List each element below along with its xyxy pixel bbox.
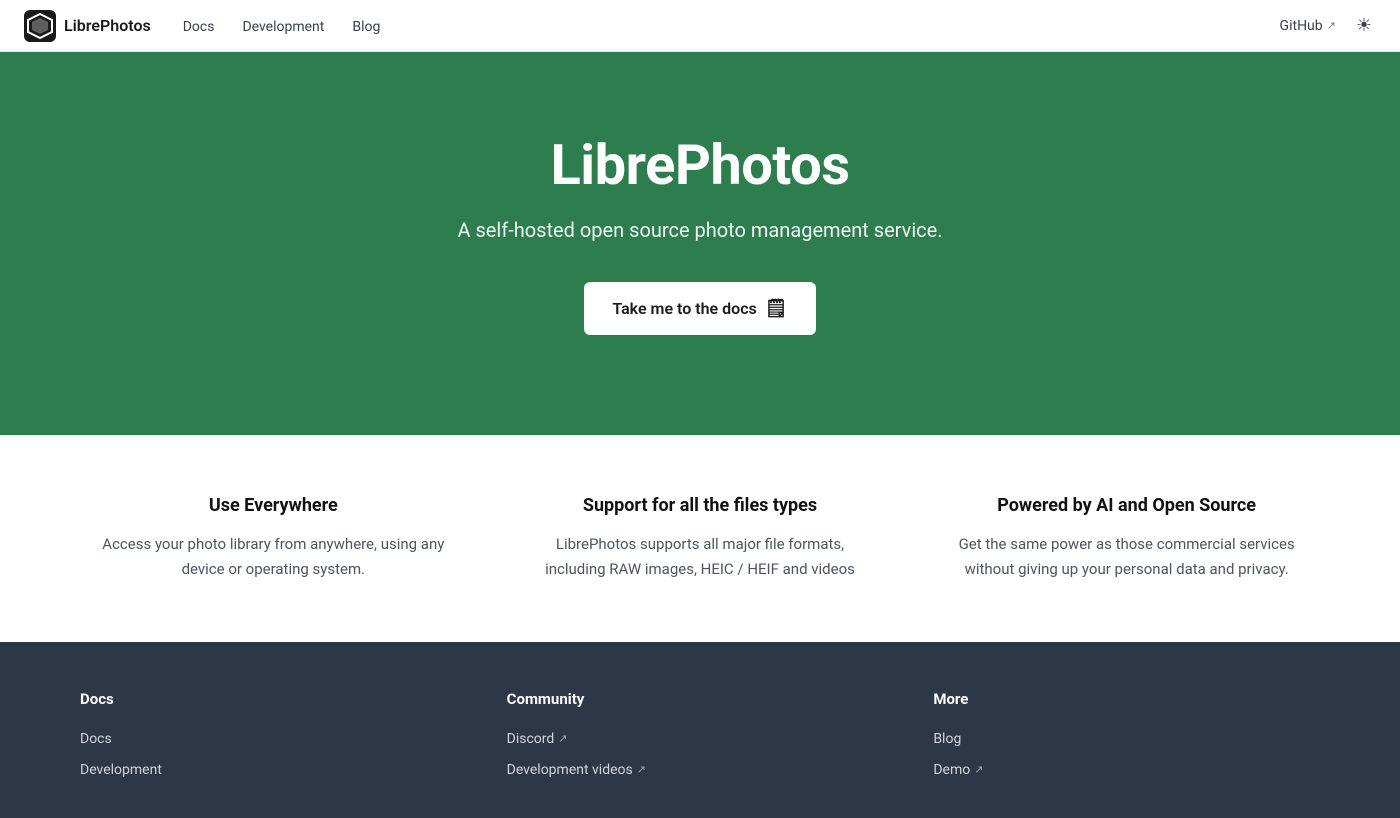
footer-col-community: Community Discord ↗ Development videos ↗ [507,690,894,778]
feature-desc-1: LibrePhotos supports all major file form… [527,532,874,582]
footer: Docs Docs Development Community Discord … [0,642,1400,818]
brand-name: LibrePhotos [64,16,151,35]
footer-more-links: Blog Demo ↗ [933,728,1320,778]
nav-docs[interactable]: Docs [183,19,215,35]
footer-link-discord[interactable]: Discord ↗ [507,731,568,747]
theme-toggle-button[interactable]: ☀ [1352,11,1376,40]
feature-desc-0: Access your photo library from anywhere,… [100,532,447,582]
brand-logo-icon [24,10,56,42]
external-link-icon: ↗ [974,763,983,776]
feature-item-1: Support for all the files types LibrePho… [507,495,894,582]
hero-cta-button[interactable]: Take me to the docs 🗒 [584,282,815,335]
hero-section: LibrePhotos A self-hosted open source ph… [0,52,1400,435]
docs-icon: 🗒 [765,298,788,319]
hero-title: LibrePhotos [24,132,1376,198]
github-link[interactable]: GitHub ↗ [1280,18,1336,34]
external-link-icon: ↗ [637,763,646,776]
feature-item-2: Powered by AI and Open Source Get the sa… [933,495,1320,582]
footer-docs-links: Docs Development [80,728,467,778]
external-link-icon: ↗ [558,732,567,745]
feature-desc-2: Get the same power as those commercial s… [953,532,1300,582]
nav-links: Docs Development Blog [183,16,381,35]
features-section: Use Everywhere Access your photo library… [0,435,1400,642]
feature-item-0: Use Everywhere Access your photo library… [80,495,467,582]
nav-blog[interactable]: Blog [352,19,380,35]
external-link-icon: ↗ [1327,19,1336,32]
footer-docs-title: Docs [80,690,467,708]
footer-link-docs[interactable]: Docs [80,731,112,747]
nav-development[interactable]: Development [242,19,324,35]
theme-icon: ☀ [1356,15,1372,35]
hero-cta-label: Take me to the docs [612,299,756,318]
hero-subtitle: A self-hosted open source photo manageme… [24,218,1376,242]
feature-title-2: Powered by AI and Open Source [953,495,1300,516]
github-label: GitHub [1280,18,1323,34]
brand-link[interactable]: LibrePhotos [24,10,151,42]
navbar-right: GitHub ↗ ☀ [1280,11,1376,40]
feature-title-1: Support for all the files types [527,495,874,516]
footer-link-development[interactable]: Development [80,762,162,778]
footer-community-title: Community [507,690,894,708]
footer-link-dev-videos[interactable]: Development videos ↗ [507,762,646,778]
footer-link-demo[interactable]: Demo ↗ [933,762,983,778]
footer-community-links: Discord ↗ Development videos ↗ [507,728,894,778]
footer-more-title: More [933,690,1320,708]
navbar: LibrePhotos Docs Development Blog GitHub… [0,0,1400,52]
footer-col-more: More Blog Demo ↗ [933,690,1320,778]
footer-link-blog[interactable]: Blog [933,731,961,747]
footer-col-docs: Docs Docs Development [80,690,467,778]
feature-title-0: Use Everywhere [100,495,447,516]
footer-grid: Docs Docs Development Community Discord … [80,690,1320,778]
